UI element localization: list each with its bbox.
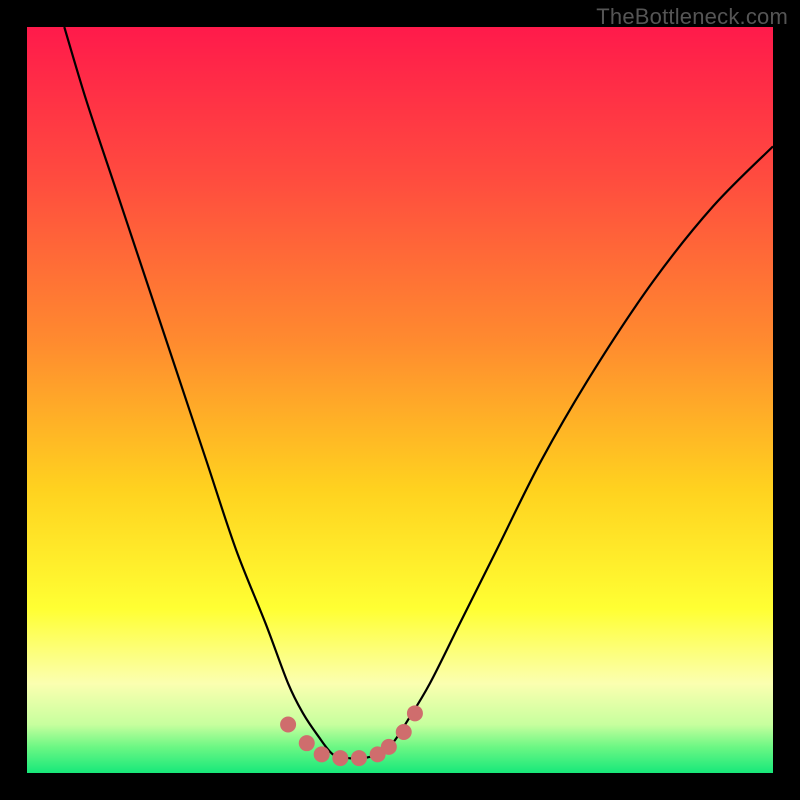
valley-dot — [407, 705, 423, 721]
page-root: TheBottleneck.com — [0, 0, 800, 800]
valley-dot — [381, 739, 397, 755]
valley-dot — [314, 746, 330, 762]
valley-dots — [280, 705, 423, 766]
valley-dot — [332, 750, 348, 766]
plot-area — [27, 27, 773, 773]
valley-dots-layer — [27, 27, 773, 773]
valley-dot — [396, 724, 412, 740]
valley-dot — [280, 717, 296, 733]
watermark-text: TheBottleneck.com — [596, 4, 788, 30]
valley-dot — [299, 735, 315, 751]
valley-dot — [351, 750, 367, 766]
